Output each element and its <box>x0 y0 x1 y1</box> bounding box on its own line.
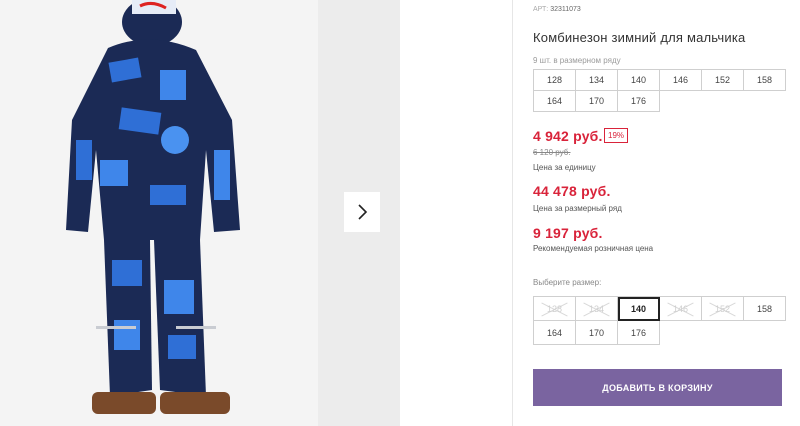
size-row-cell: 140 <box>618 70 660 91</box>
size-option[interactable]: 158 <box>744 297 786 321</box>
size-row-cell: 134 <box>576 70 618 91</box>
old-price: 6 120 руб. <box>533 148 571 157</box>
size-option-label: 146 <box>672 303 689 314</box>
snowsuit-illustration <box>0 0 318 426</box>
unit-price: 4 942 руб. <box>533 128 603 144</box>
size-option: 134 <box>576 297 618 321</box>
rrp-caption: Рекомендуемая розничная цена <box>533 244 654 253</box>
sku-value: 32311073 <box>550 6 581 13</box>
size-option-label: 164 <box>546 327 563 338</box>
size-row-cell: 152 <box>702 70 744 91</box>
size-option: 152 <box>702 297 744 321</box>
qty-note: 9 шт. в размерном ряду <box>533 56 621 65</box>
discount-badge: 19% <box>604 128 629 143</box>
size-option-label: 140 <box>630 303 647 314</box>
sku: АРТ: 32311073 <box>533 6 581 13</box>
unit-price-caption: Цена за единицу <box>533 163 596 172</box>
size-option: 128 <box>534 297 576 321</box>
size-option-label: 176 <box>630 327 647 338</box>
size-row-cell: 164 <box>534 91 576 112</box>
size-option[interactable]: 170 <box>576 321 618 345</box>
size-option-label: 134 <box>588 303 605 314</box>
size-row-cell: 128 <box>534 70 576 91</box>
size-option-label: 170 <box>588 327 605 338</box>
size-row-grid: 128 134 140 146 152 158 164 170 176 <box>533 69 786 112</box>
add-to-cart-button[interactable]: ДОБАВИТЬ В КОРЗИНУ <box>533 369 782 406</box>
size-row-cell: 146 <box>660 70 702 91</box>
size-option-selected[interactable]: 140 <box>618 297 660 321</box>
size-option[interactable]: 176 <box>618 321 660 345</box>
product-info-panel: АРТ: 32311073 Комбинезон зимний для маль… <box>533 0 800 426</box>
panel-divider <box>512 0 513 426</box>
sku-label: АРТ: <box>533 6 549 13</box>
size-row-cell: 176 <box>618 91 660 112</box>
row-price: 44 478 руб. <box>533 183 611 199</box>
rrp-price: 9 197 руб. <box>533 225 603 241</box>
size-row-cell: 170 <box>576 91 618 112</box>
size-picker-label: Выберите размер: <box>533 278 602 287</box>
gallery-next-button[interactable] <box>344 192 380 232</box>
size-picker: 128 134 140 146 152 158 164 170 176 <box>533 296 786 345</box>
product-title: Комбинезон зимний для мальчика <box>533 30 746 45</box>
row-price-caption: Цена за размерный ряд <box>533 204 622 213</box>
size-option[interactable]: 164 <box>534 321 576 345</box>
chevron-right-icon <box>358 204 368 220</box>
size-row-cell: 158 <box>744 70 786 91</box>
size-option-label: 152 <box>714 303 731 314</box>
product-photo[interactable] <box>0 0 318 426</box>
product-gallery <box>0 0 400 426</box>
size-option-label: 158 <box>756 303 773 314</box>
size-option-label: 128 <box>546 303 563 314</box>
size-option: 146 <box>660 297 702 321</box>
